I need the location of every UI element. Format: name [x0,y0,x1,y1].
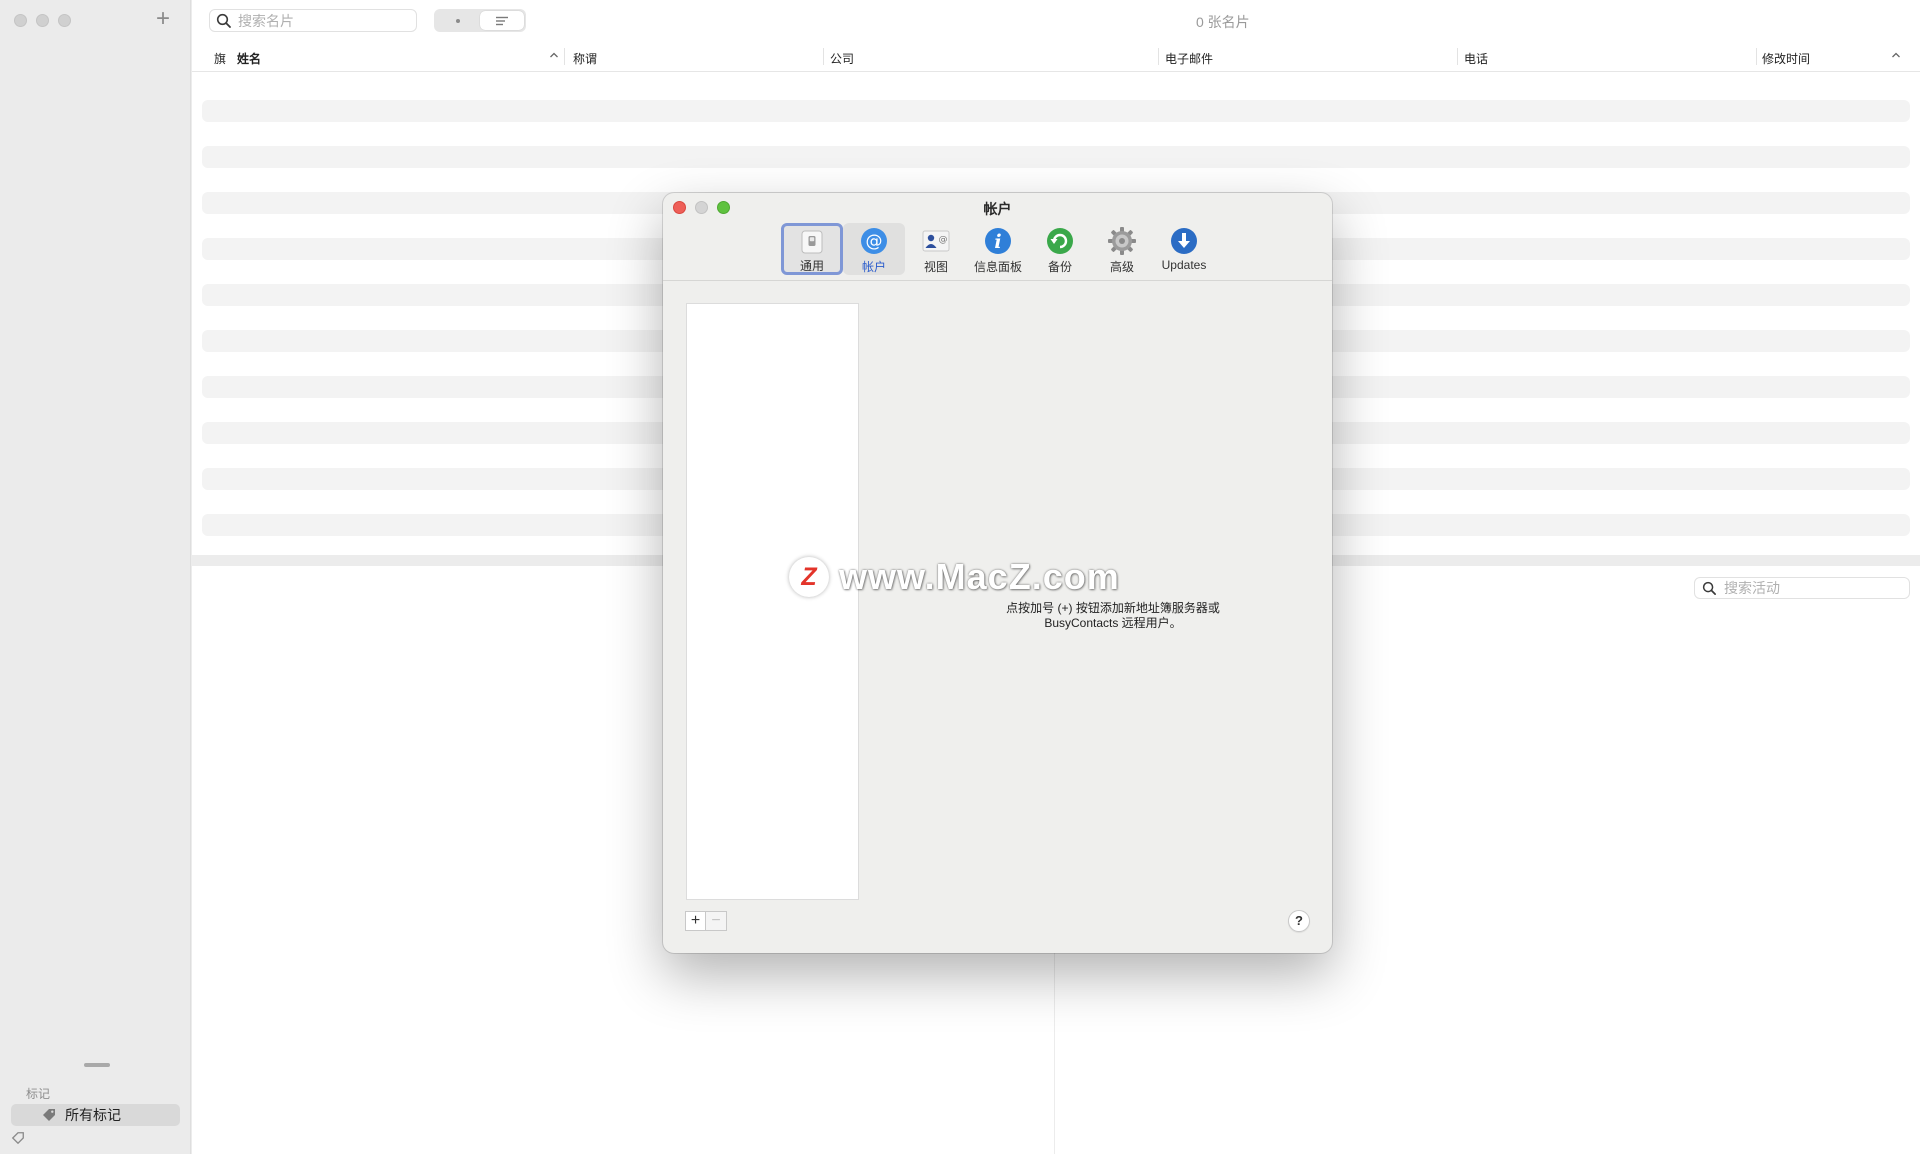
svg-text:@: @ [939,235,948,245]
column-header-modified[interactable]: 修改时间 [1762,50,1810,67]
column-divider[interactable] [564,48,565,65]
list-view-icon [496,16,508,25]
watermark: Z www.MacZ.com [789,556,1120,598]
watermark-logo: Z [789,557,829,597]
info-icon: i [983,226,1013,256]
column-header-flag[interactable]: 旗 [214,50,226,67]
list-view-segment[interactable] [480,11,524,30]
contact-view-icon: @ [921,226,951,256]
account-add-remove-controls: + − [685,911,727,931]
column-header-title[interactable]: 称谓 [573,50,597,67]
tab-accounts[interactable]: @ 帐户 [843,223,905,275]
tag-icon [43,1109,55,1121]
minimize-window-button[interactable] [36,14,49,27]
svg-text:i: i [994,231,1001,253]
dialog-title: 帐户 [983,201,1012,217]
sort-ascending-icon [1892,52,1900,58]
card-search-input[interactable] [238,12,408,29]
table-header: 旗 姓名 称谓 公司 电子邮件 电话 修改时间 [192,43,1920,72]
tab-label: 通用 [799,259,824,273]
tag-footer-icon[interactable] [11,1131,25,1145]
column-divider[interactable] [1756,48,1757,65]
tags-section-header: 标记 [26,1087,51,1101]
switch-icon [797,229,827,255]
remove-account-button[interactable]: − [706,911,727,931]
preferences-toolbar: 通用 @ 帐户 @ 视图 i 信息面板 备份 高级 Updates [663,221,1332,281]
zoom-window-button[interactable] [58,14,71,27]
sidebar: + 标记 所有标记 [0,0,191,1154]
tab-advanced[interactable]: 高级 [1091,223,1153,275]
add-card-button[interactable]: + [152,7,174,32]
view-mode-segmented-control [434,9,526,32]
window-controls [14,14,71,27]
search-icon [1702,581,1716,595]
accounts-list[interactable] [686,303,859,900]
close-window-button[interactable] [14,14,27,27]
card-view-icon [456,18,460,23]
card-search-field[interactable] [209,9,417,32]
card-view-segment[interactable] [436,11,480,30]
tab-label: 高级 [1109,260,1134,274]
at-icon: @ [859,226,889,256]
activity-search-input[interactable] [1724,580,1904,596]
tab-label: 视图 [923,260,948,274]
column-header-company[interactable]: 公司 [830,50,854,67]
tab-label: Updates [1161,258,1207,272]
add-account-hint: 点按加号 (+) 按钮添加新地址簿服务器或 BusyContacts 远程用户。 [963,601,1263,631]
watermark-text: www.MacZ.com [839,556,1120,597]
download-icon [1169,226,1199,256]
column-header-name[interactable]: 姓名 [237,50,261,67]
help-button[interactable]: ? [1288,910,1310,932]
tab-info-panel[interactable]: i 信息面板 [967,223,1029,275]
gear-icon [1107,226,1137,256]
activity-search-field[interactable] [1694,577,1910,599]
svg-text:@: @ [866,232,883,252]
card-count-label: 0 张名片 [1196,14,1250,30]
placeholder-row [202,146,1910,168]
tab-backup[interactable]: 备份 [1029,223,1091,275]
placeholder-row [202,100,1910,122]
tab-updates[interactable]: Updates [1153,223,1215,275]
backup-icon [1045,226,1075,256]
hint-line: BusyContacts 远程用户。 [1044,616,1182,630]
sidebar-item-all-tags[interactable]: 所有标记 [11,1104,180,1126]
column-divider[interactable] [823,48,824,65]
sidebar-resize-handle[interactable] [84,1063,110,1067]
sidebar-item-label: 所有标记 [65,1107,121,1123]
add-account-button[interactable]: + [685,911,706,931]
tab-label: 信息面板 [973,260,1022,274]
column-header-phone[interactable]: 电话 [1464,50,1488,67]
tab-label: 帐户 [861,260,886,274]
sort-ascending-icon [550,52,558,58]
column-divider[interactable] [1158,48,1159,65]
column-header-email[interactable]: 电子邮件 [1165,50,1213,67]
hint-line: 点按加号 (+) 按钮添加新地址簿服务器或 [1006,601,1220,615]
tab-label: 备份 [1047,260,1072,274]
tab-view[interactable]: @ 视图 [905,223,967,275]
tab-general[interactable]: 通用 [781,223,843,275]
search-icon [216,13,231,28]
column-divider[interactable] [1457,48,1458,65]
